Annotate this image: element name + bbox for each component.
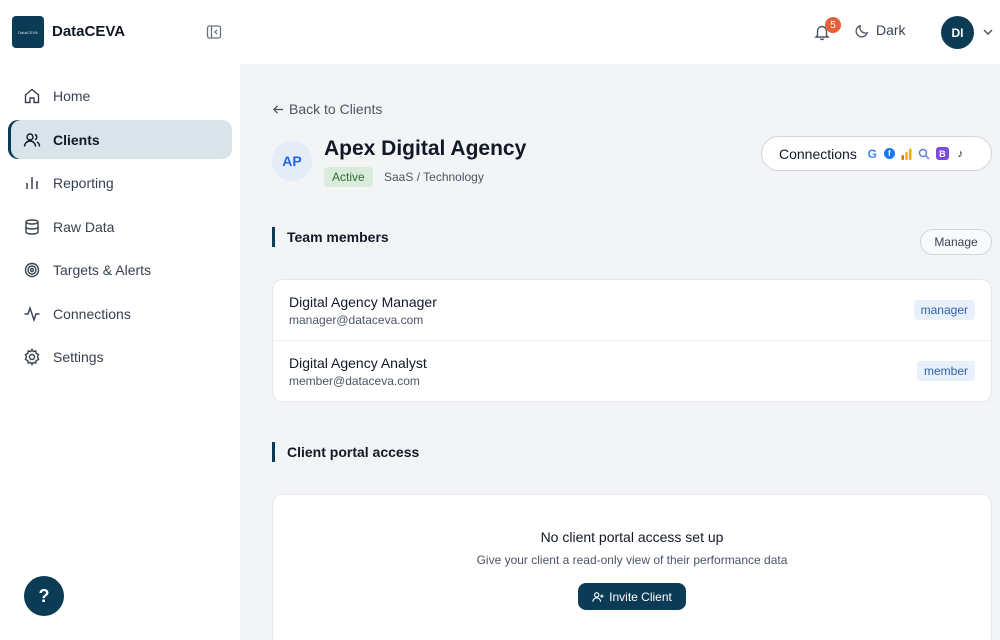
invite-client-label: Invite Client	[609, 589, 672, 604]
invite-client-button[interactable]: Invite Client	[578, 583, 686, 610]
logo-text: DataCEVA	[18, 29, 38, 35]
chevron-down-icon[interactable]	[982, 27, 994, 37]
database-icon	[25, 218, 39, 235]
tiktok-icon: ♪	[957, 147, 964, 160]
connections-button[interactable]: Connections G f B ♪	[761, 136, 992, 171]
member-email: member@dataceva.com	[289, 374, 420, 388]
theme-label: Dark	[876, 22, 906, 38]
sidebar-item-label: Clients	[53, 131, 100, 148]
page-title: Apex Digital Agency	[324, 137, 527, 160]
help-button[interactable]: ?	[24, 576, 64, 616]
sidebar-item-targets-alerts[interactable]: Targets & Alerts	[8, 250, 232, 289]
role-badge: member	[916, 361, 975, 381]
user-plus-icon	[592, 591, 604, 602]
target-icon	[24, 262, 40, 277]
sidebar-item-home[interactable]: Home	[8, 76, 232, 115]
list-item[interactable]: Digital Agency Analyst member@dataceva.c…	[273, 341, 991, 402]
users-icon	[23, 132, 41, 147]
sidebar-item-label: Home	[53, 87, 91, 104]
sidebar-item-raw-data[interactable]: Raw Data	[8, 207, 232, 246]
connection-icons: G f B ♪	[866, 146, 967, 161]
sidebar-collapse-icon[interactable]	[206, 24, 222, 40]
client-portal-card: No client portal access set up Give your…	[272, 494, 992, 640]
member-name: Digital Agency Manager	[289, 294, 437, 310]
brand-name: DataCEVA	[52, 23, 126, 40]
back-link-label: Back to Clients	[289, 101, 383, 117]
brand-logo[interactable]: DataCEVA	[12, 16, 44, 48]
search-console-icon	[918, 147, 931, 160]
back-to-clients-link[interactable]: Back to Clients	[272, 101, 382, 117]
theme-toggle[interactable]: Dark	[855, 22, 906, 38]
team-members-list: Digital Agency Manager manager@dataceva.…	[272, 279, 992, 402]
client-portal-heading: Client portal access	[272, 442, 419, 462]
sidebar-item-connections[interactable]: Connections	[8, 294, 232, 333]
manage-button[interactable]: Manage	[920, 229, 992, 255]
home-icon	[24, 88, 40, 103]
role-badge: manager	[913, 300, 975, 320]
sidebar-item-label: Raw Data	[53, 218, 115, 235]
sidebar-item-label: Reporting	[53, 174, 114, 191]
notification-badge: 5	[825, 17, 841, 33]
connections-label: Connections	[779, 145, 857, 162]
member-name: Digital Agency Analyst	[289, 355, 427, 371]
user-avatar[interactable]: DI	[941, 16, 974, 49]
top-bar: DataCEVA DataCEVA 5 Dark DI	[0, 0, 1000, 64]
sidebar-item-clients[interactable]: Clients	[8, 120, 232, 159]
empty-state-description: Give your client a read-only view of the…	[476, 553, 788, 567]
sidebar: Home Clients Reporting Raw Data Targets …	[0, 64, 240, 640]
sidebar-item-label: Settings	[53, 348, 104, 365]
client-industry: SaaS / Technology	[384, 170, 484, 184]
team-members-heading: Team members	[272, 227, 389, 247]
sidebar-item-label: Connections	[53, 305, 131, 322]
list-item[interactable]: Digital Agency Manager manager@dataceva.…	[273, 280, 991, 341]
facebook-icon: f	[883, 148, 895, 159]
arrow-left-icon	[272, 104, 284, 114]
moon-icon	[855, 24, 869, 37]
gear-icon	[24, 347, 40, 366]
main-content: Back to Clients AP Apex Digital Agency A…	[240, 64, 1000, 640]
sidebar-item-settings[interactable]: Settings	[8, 337, 232, 376]
activity-icon	[24, 305, 40, 322]
bar-chart-icon	[26, 176, 38, 189]
google-icon: G	[867, 146, 877, 161]
bing-icon: B	[935, 147, 949, 160]
sidebar-item-label: Targets & Alerts	[53, 261, 152, 278]
status-badge: Active	[324, 167, 373, 187]
client-avatar: AP	[272, 141, 312, 181]
sidebar-item-reporting[interactable]: Reporting	[8, 163, 232, 202]
analytics-icon	[900, 147, 913, 160]
member-email: manager@dataceva.com	[289, 313, 424, 327]
empty-state-title: No client portal access set up	[540, 529, 724, 545]
